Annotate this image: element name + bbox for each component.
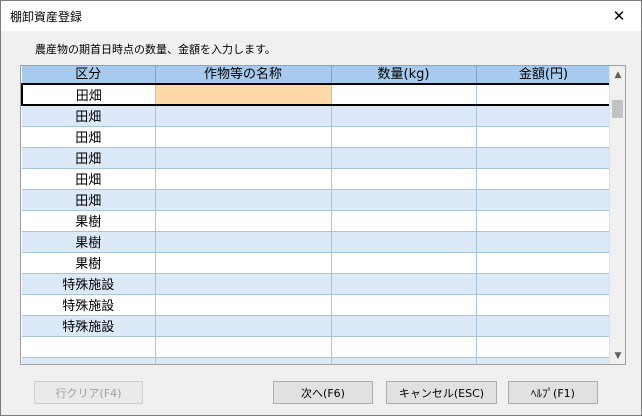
- help-button[interactable]: ﾍﾙﾌﾟ(F1): [508, 381, 598, 404]
- scroll-down-icon: ▼: [614, 350, 622, 361]
- cell-crop-name[interactable]: [155, 105, 332, 127]
- cell-quantity[interactable]: [331, 83, 477, 106]
- next-button[interactable]: 次へ(F6): [273, 381, 373, 404]
- cell-crop-name[interactable]: [155, 83, 332, 106]
- cell-quantity[interactable]: [331, 168, 477, 190]
- cell-quantity[interactable]: [331, 273, 477, 295]
- table-row[interactable]: 特殊施設: [22, 315, 612, 337]
- window-title: 棚卸資産登録: [10, 10, 83, 24]
- cell-category[interactable]: 田畑: [21, 83, 156, 106]
- cell-amount[interactable]: [476, 252, 612, 274]
- scroll-up-icon: ▲: [614, 69, 622, 80]
- cell-amount[interactable]: [476, 231, 612, 253]
- cell-category[interactable]: [22, 357, 156, 364]
- table-row[interactable]: 果樹: [22, 231, 612, 253]
- cell-quantity[interactable]: [331, 126, 477, 148]
- table-row[interactable]: 特殊施設: [22, 273, 612, 295]
- instruction-text: 農産物の期首日時点の数量、金額を入力します。: [35, 43, 276, 56]
- cell-category[interactable]: 田畑: [22, 168, 156, 190]
- table-row[interactable]: 特殊施設: [22, 294, 612, 316]
- table-row[interactable]: 田畑: [22, 168, 612, 190]
- table-row[interactable]: 田畑: [22, 189, 612, 211]
- cell-crop-name[interactable]: [155, 231, 332, 253]
- cell-crop-name[interactable]: [155, 357, 332, 364]
- cell-amount[interactable]: [476, 273, 612, 295]
- cell-crop-name[interactable]: [155, 315, 332, 337]
- title-bar: 棚卸資産登録 ✕: [1, 1, 641, 31]
- cell-category[interactable]: 特殊施設: [22, 315, 156, 337]
- cell-crop-name[interactable]: [155, 168, 332, 190]
- table-row[interactable]: 田畑: [22, 147, 612, 169]
- inventory-table: 区分 作物等の名称 数量(kg) 金額(円) 田畑 田畑 田畑 田畑 田畑 田畑 果樹 果樹果…: [21, 66, 612, 364]
- column-header-crop-name[interactable]: 作物等の名称: [155, 66, 332, 85]
- close-button[interactable]: ✕: [597, 1, 641, 31]
- cell-amount[interactable]: [476, 147, 612, 169]
- cell-quantity[interactable]: [331, 252, 477, 274]
- cell-category[interactable]: 果樹: [22, 231, 156, 253]
- cell-crop-name[interactable]: [155, 294, 332, 316]
- cell-category[interactable]: 田畑: [22, 147, 156, 169]
- table-row[interactable]: [22, 357, 612, 364]
- cell-amount[interactable]: [476, 105, 612, 127]
- cell-amount[interactable]: [476, 83, 612, 106]
- inventory-grid: 区分 作物等の名称 数量(kg) 金額(円) 田畑 田畑 田畑 田畑 田畑 田畑 果樹 果樹果…: [20, 65, 626, 365]
- column-header-quantity[interactable]: 数量(kg): [331, 66, 477, 85]
- cell-quantity[interactable]: [331, 210, 477, 232]
- header-row: 区分 作物等の名称 数量(kg) 金額(円): [22, 66, 612, 85]
- cell-crop-name[interactable]: [155, 273, 332, 295]
- cell-category[interactable]: 田畑: [22, 105, 156, 127]
- grid-body: 田畑 田畑 田畑 田畑 田畑 田畑 果樹 果樹 果樹 特殊施設 特殊施設 特殊施設: [21, 83, 612, 364]
- cell-crop-name[interactable]: [155, 210, 332, 232]
- cell-category[interactable]: 特殊施設: [22, 273, 156, 295]
- table-row[interactable]: 果樹: [22, 210, 612, 232]
- cell-quantity[interactable]: [331, 105, 477, 127]
- cell-quantity[interactable]: [331, 231, 477, 253]
- cell-amount[interactable]: [476, 357, 612, 364]
- cell-crop-name[interactable]: [155, 336, 332, 358]
- column-header-category[interactable]: 区分: [22, 66, 156, 85]
- cell-category[interactable]: 田畑: [22, 126, 156, 148]
- scroll-down-button[interactable]: ▼: [610, 347, 625, 364]
- column-header-amount[interactable]: 金額(円): [476, 66, 612, 85]
- cell-category[interactable]: 果樹: [22, 210, 156, 232]
- table-row[interactable]: 田畑: [22, 105, 612, 127]
- cell-category[interactable]: 田畑: [22, 189, 156, 211]
- scroll-up-button[interactable]: ▲: [610, 66, 625, 83]
- cell-amount[interactable]: [476, 168, 612, 190]
- cell-amount[interactable]: [476, 336, 612, 358]
- table-row[interactable]: 田畑: [21, 83, 612, 106]
- cell-quantity[interactable]: [331, 189, 477, 211]
- inventory-dialog: 棚卸資産登録 ✕ 農産物の期首日時点の数量、金額を入力します。 区分 作物等の名…: [0, 0, 642, 416]
- cell-amount[interactable]: [476, 189, 612, 211]
- cell-quantity[interactable]: [331, 336, 477, 358]
- clear-row-button[interactable]: 行クリア(F4): [34, 381, 143, 404]
- cell-category[interactable]: 果樹: [22, 252, 156, 274]
- cell-category[interactable]: 特殊施設: [22, 294, 156, 316]
- cell-crop-name[interactable]: [155, 126, 332, 148]
- table-row[interactable]: 田畑: [22, 126, 612, 148]
- cell-crop-name[interactable]: [155, 189, 332, 211]
- cell-amount[interactable]: [476, 315, 612, 337]
- cell-amount[interactable]: [476, 210, 612, 232]
- table-row[interactable]: [22, 336, 612, 358]
- cell-amount[interactable]: [476, 126, 612, 148]
- close-icon: ✕: [612, 7, 626, 25]
- scroll-thumb[interactable]: [612, 100, 623, 118]
- cell-category[interactable]: [22, 336, 156, 358]
- cell-amount[interactable]: [476, 294, 612, 316]
- cell-quantity[interactable]: [331, 357, 477, 364]
- vertical-scrollbar[interactable]: ▲ ▼: [609, 66, 625, 364]
- cell-quantity[interactable]: [331, 147, 477, 169]
- cell-crop-name[interactable]: [155, 252, 332, 274]
- cancel-button[interactable]: キャンセル(ESC): [386, 381, 497, 404]
- table-row[interactable]: 果樹: [22, 252, 612, 274]
- cell-crop-name[interactable]: [155, 147, 332, 169]
- cell-quantity[interactable]: [331, 294, 477, 316]
- cell-quantity[interactable]: [331, 315, 477, 337]
